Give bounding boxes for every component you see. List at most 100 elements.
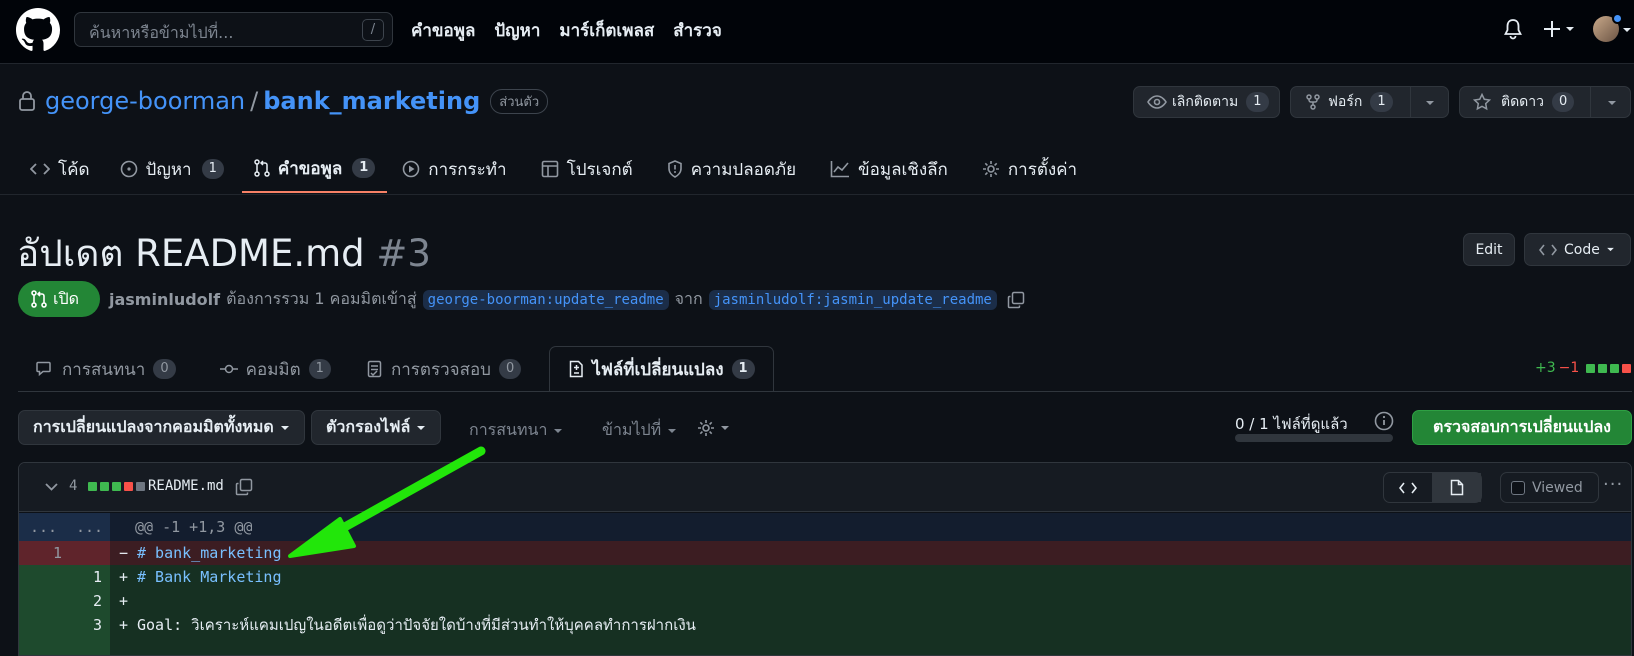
jump-to-label: ข้ามไปที่ bbox=[602, 420, 662, 439]
changes-from-dropdown[interactable]: การเปลี่ยนแปลงจากคอมมิตทั้งหมด bbox=[18, 410, 305, 445]
tab-security[interactable]: ความปลอดภัย bbox=[655, 145, 808, 193]
code-label: Code bbox=[1564, 241, 1600, 258]
diffstat-square bbox=[136, 482, 145, 491]
tab-conversation[interactable]: การสนทนา 0 bbox=[18, 346, 190, 392]
diff-sign: + bbox=[119, 616, 129, 634]
code-brackets-icon bbox=[1539, 244, 1557, 255]
tab-commits[interactable]: คอมมิต 1 bbox=[206, 346, 345, 392]
new-line-number[interactable]: 1 bbox=[59, 565, 110, 589]
new-line-number[interactable]: 2 bbox=[59, 589, 110, 613]
copy-path-icon[interactable] bbox=[235, 478, 253, 496]
tab-issues[interactable]: ปัญหา 1 bbox=[108, 145, 236, 193]
tab-checks[interactable]: การตรวจสอบ 0 bbox=[353, 346, 535, 392]
addition-gutter bbox=[19, 637, 110, 655]
comment-icon bbox=[36, 361, 51, 377]
pr-state-badge: เปิด bbox=[18, 281, 100, 317]
tab-pull-requests-count: 1 bbox=[352, 158, 376, 178]
repo-name-link[interactable]: bank_marketing bbox=[263, 87, 480, 115]
unwatch-button[interactable]: เลิกติดตาม 1 bbox=[1133, 86, 1280, 118]
tab-commits-label: คอมมิต bbox=[245, 359, 301, 380]
visibility-badge: ส่วนตัว bbox=[490, 88, 549, 114]
file-change-count: 4 bbox=[69, 478, 78, 494]
new-line-number[interactable]: 3 bbox=[59, 613, 110, 637]
from-word: จาก bbox=[674, 289, 703, 308]
tab-insights[interactable]: ข้อมูลเชิงลึก bbox=[818, 145, 960, 193]
copy-icon[interactable] bbox=[1007, 291, 1025, 309]
star-button[interactable]: ติดดาว 0 bbox=[1459, 86, 1631, 118]
plus-dropdown-icon[interactable] bbox=[1542, 18, 1578, 40]
repo-tabs-divider bbox=[0, 194, 1634, 195]
tab-security-label: ความปลอดภัย bbox=[690, 159, 797, 180]
tab-actions[interactable]: การกระทำ bbox=[390, 145, 518, 193]
star-icon bbox=[1473, 93, 1491, 111]
file-filter-dropdown[interactable]: ตัวกรองไฟล์ bbox=[311, 410, 442, 445]
tab-code[interactable]: โค้ด bbox=[18, 145, 102, 193]
file-name-link[interactable]: README.md bbox=[148, 478, 224, 494]
nav-marketplace[interactable]: มาร์เก็ตเพลส bbox=[559, 17, 654, 44]
fork-button[interactable]: ฟอร์ก 1 bbox=[1290, 86, 1449, 118]
diffstat-square bbox=[1622, 363, 1632, 373]
tab-conversation-count: 0 bbox=[153, 359, 176, 379]
star-count: 0 bbox=[1552, 92, 1575, 112]
edit-label: Edit bbox=[1475, 241, 1503, 258]
diff-settings-dropdown[interactable] bbox=[697, 419, 730, 437]
eye-icon bbox=[1147, 95, 1167, 109]
github-logo-icon[interactable] bbox=[16, 8, 60, 52]
fork-dropdown-icon[interactable] bbox=[1425, 100, 1435, 106]
repo-owner-link[interactable]: george-boorman bbox=[45, 87, 245, 115]
nav-issues[interactable]: ปัญหา bbox=[494, 17, 540, 44]
diff-line-continuation bbox=[19, 637, 1631, 655]
code-button[interactable]: Code bbox=[1524, 233, 1631, 266]
pr-tabs: การสนทนา 0 คอมมิต 1 การตรวจสอบ 0 ไฟล์ที่… bbox=[18, 346, 774, 392]
nav-pull-requests[interactable]: คำขอพูล bbox=[411, 17, 475, 44]
file-icon bbox=[1450, 479, 1463, 496]
tab-insights-label: ข้อมูลเชิงลึก bbox=[858, 159, 948, 180]
tab-checks-label: การตรวจสอบ bbox=[390, 359, 491, 380]
avatar-chevron-icon[interactable] bbox=[1622, 27, 1632, 33]
hunk-expand-marker: ... bbox=[30, 518, 58, 536]
tab-issues-label: ปัญหา bbox=[145, 159, 192, 180]
old-line-number[interactable]: 1 bbox=[19, 541, 70, 565]
tab-issues-count: 1 bbox=[201, 159, 224, 179]
issue-icon bbox=[120, 160, 137, 178]
conversations-dropdown[interactable]: การสนทนา bbox=[469, 418, 563, 443]
fork-count: 1 bbox=[1370, 92, 1393, 112]
search-input[interactable]: ค้นหาหรือข้ามไปที่... / bbox=[74, 12, 393, 47]
head-branch[interactable]: jasminludolf:jasmin_update_readme bbox=[708, 289, 997, 310]
file-diff-icon bbox=[570, 360, 584, 378]
chevron-down-icon bbox=[280, 425, 289, 430]
base-branch[interactable]: george-boorman:update_readme bbox=[422, 289, 669, 310]
info-icon[interactable] bbox=[1374, 411, 1394, 431]
diffstat-square bbox=[112, 482, 121, 491]
pr-author-link[interactable]: jasminludolf bbox=[109, 290, 220, 309]
tab-projects[interactable]: โปรเจกต์ bbox=[529, 145, 645, 193]
line-content: Goal: วิเคราะห์แคมเปญในอดีตเพื่อดูว่าปัจ… bbox=[137, 616, 696, 634]
jump-to-dropdown[interactable]: ข้ามไปที่ bbox=[602, 418, 677, 443]
source-diff-toggle[interactable] bbox=[1384, 473, 1433, 502]
kebab-menu-icon[interactable]: ··· bbox=[1603, 474, 1623, 495]
edit-button[interactable]: Edit bbox=[1463, 233, 1515, 266]
review-changes-button[interactable]: ตรวจสอบการเปลี่ยนแปลง bbox=[1412, 410, 1632, 445]
diffstat-additions: +3 bbox=[1535, 360, 1556, 376]
tab-settings[interactable]: การตั้งค่า bbox=[970, 145, 1089, 193]
graph-icon bbox=[830, 161, 850, 178]
global-nav: คำขอพูล ปัญหา มาร์เก็ตเพลส สำรวจ bbox=[411, 17, 722, 44]
nav-explore[interactable]: สำรวจ bbox=[673, 17, 722, 44]
table-icon bbox=[541, 160, 558, 178]
viewed-checkbox[interactable]: Viewed bbox=[1500, 472, 1599, 503]
line-content: # bank_marketing bbox=[137, 544, 282, 562]
diffstat-square bbox=[1586, 363, 1596, 373]
repo-tabs: โค้ด ปัญหา 1 คำขอพูล 1 การกระทำ โปรเจกต์… bbox=[18, 145, 1089, 193]
bell-icon[interactable] bbox=[1503, 18, 1523, 40]
tab-pull-requests[interactable]: คำขอพูล 1 bbox=[241, 145, 388, 193]
collapse-chevron-icon[interactable] bbox=[45, 483, 58, 491]
annotation-arrow bbox=[288, 446, 486, 558]
tab-checks-count: 0 bbox=[498, 359, 522, 379]
fork-icon bbox=[1306, 94, 1320, 110]
diff-file: 4 README.md Viewed ··· ... ... @@ -1 +1,… bbox=[18, 462, 1632, 656]
tab-files-changed[interactable]: ไฟล์ที่เปลี่ยนแปลง 1 bbox=[549, 346, 774, 392]
pr-number: #3 bbox=[376, 232, 431, 275]
star-dropdown-icon[interactable] bbox=[1607, 100, 1617, 106]
tab-settings-label: การตั้งค่า bbox=[1007, 159, 1078, 180]
rich-diff-toggle[interactable] bbox=[1432, 473, 1481, 502]
